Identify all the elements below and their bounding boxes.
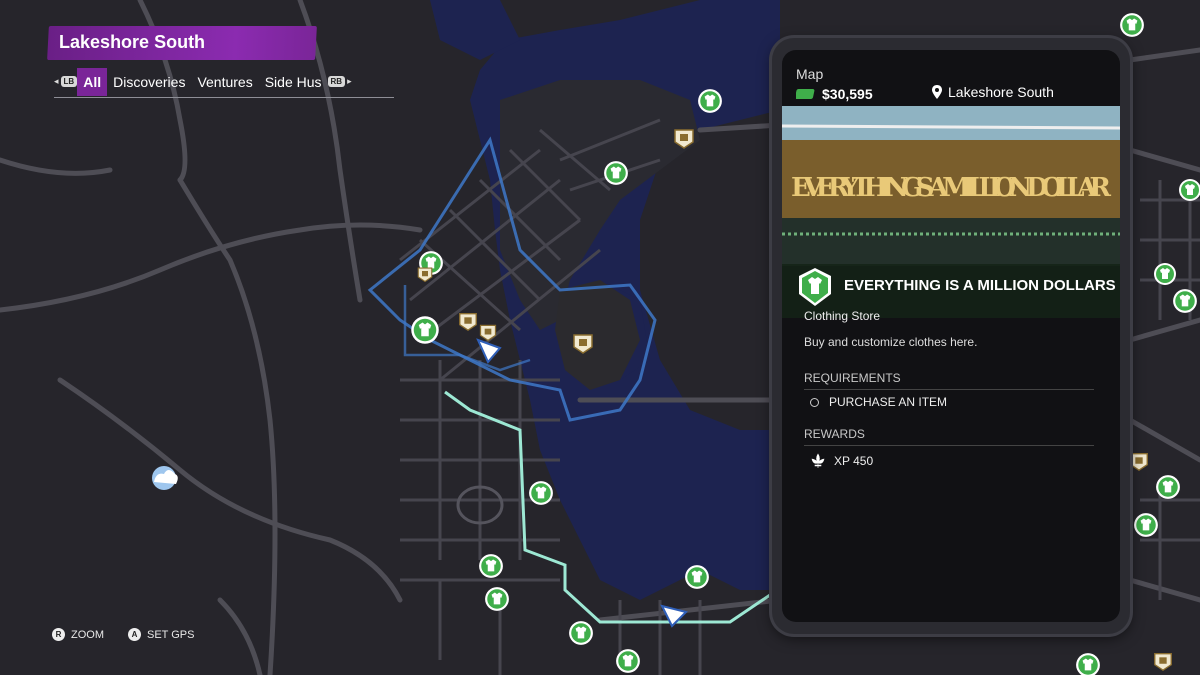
requirements-header: REQUIREMENTS: [804, 371, 1094, 390]
right-bumper-hint[interactable]: RB ▸: [327, 76, 352, 87]
set-gps-label: SET GPS: [147, 628, 195, 641]
tab-discoveries[interactable]: Discoveries: [107, 68, 191, 96]
clothing-store-icon[interactable]: [1156, 475, 1180, 499]
reward-label: XP 450: [834, 454, 874, 468]
store-photo: EVERYTHING'S A MILLION DOLLAR: [782, 106, 1120, 266]
clothing-store-icon[interactable]: [1173, 289, 1197, 313]
clothing-store-icon[interactable]: [698, 89, 722, 113]
clothing-store-icon[interactable]: [479, 554, 503, 578]
left-bumper-hint[interactable]: ◂ LB: [54, 76, 78, 87]
phone-app-title: Map: [796, 66, 824, 82]
clothing-store-icon[interactable]: [569, 621, 593, 645]
clothing-store-icon[interactable]: [1120, 13, 1144, 37]
rewards-header: REWARDS: [804, 427, 1094, 446]
cash-amount: $30,595: [822, 86, 873, 102]
clothing-store-icon[interactable]: [529, 481, 553, 505]
control-hints: R ZOOM A SET GPS: [52, 628, 194, 641]
clothing-store-icon[interactable]: [1134, 513, 1158, 537]
clothing-store-icon[interactable]: [685, 565, 709, 589]
store-type: Clothing Store: [804, 309, 881, 323]
requirement-item: PURCHASE AN ITEM: [810, 395, 947, 409]
map-filter-tabs: ◂ LB All Discoveries Ventures Side Hus RB…: [54, 66, 394, 98]
clothing-store-icon[interactable]: [485, 587, 509, 611]
zoom-hint: R ZOOM: [52, 628, 104, 641]
reward-item: XP 450: [810, 453, 873, 469]
location-name: Lakeshore South: [948, 84, 1054, 100]
checkbox-circle-icon: [810, 397, 819, 407]
clothing-store-icon[interactable]: [1154, 263, 1176, 285]
store-description: Buy and customize clothes here.: [804, 335, 978, 349]
requirement-label: PURCHASE AN ITEM: [829, 395, 948, 409]
phone-panel: Map $30,595 Lakeshore South EVERYTHING'S…: [772, 38, 1130, 634]
clothing-store-icon[interactable]: [616, 649, 640, 673]
set-gps-hint: A SET GPS: [128, 628, 194, 641]
fleur-de-lis-icon: [811, 453, 825, 468]
clothing-store-icon[interactable]: [1179, 179, 1200, 201]
location-display: Lakeshore South: [932, 84, 1054, 100]
a-button-icon: A: [128, 628, 141, 641]
clothing-store-icon: [799, 268, 831, 306]
region-banner: Lakeshore South: [47, 26, 317, 60]
zoom-label: ZOOM: [71, 628, 104, 641]
photo-sign-text: EVERYTHING'S A MILLION DOLLAR: [791, 173, 1111, 203]
tab-ventures[interactable]: Ventures: [191, 68, 258, 96]
phone-screen: Map $30,595 Lakeshore South EVERYTHING'S…: [782, 50, 1120, 622]
tab-side-hustles[interactable]: Side Hus: [259, 68, 328, 96]
cash-display: $30,595: [796, 86, 873, 102]
clothing-store-icon[interactable]: [604, 161, 628, 185]
region-title: Lakeshore South: [59, 32, 206, 52]
location-pin-icon: [932, 85, 942, 99]
clothing-store-icon[interactable]: [411, 316, 439, 344]
store-name: EVERYTHING IS A MILLION DOLLARS: [844, 277, 1116, 294]
tab-all[interactable]: All: [77, 67, 108, 96]
cash-icon: [796, 89, 815, 99]
r-button-icon: R: [52, 628, 65, 641]
